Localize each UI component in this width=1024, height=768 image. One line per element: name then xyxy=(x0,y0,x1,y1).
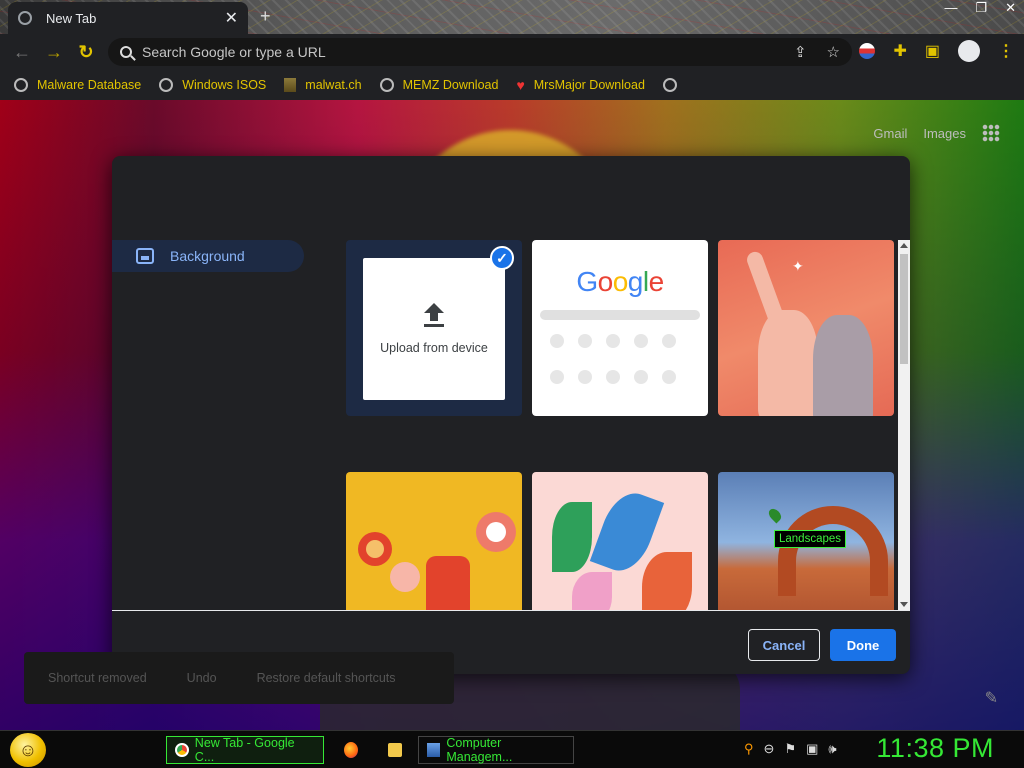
globe-icon xyxy=(14,78,28,92)
firefox-icon xyxy=(344,742,358,758)
omnibox[interactable]: Search Google or type a URL ⇪ ☆ xyxy=(108,38,852,66)
gmail-link[interactable]: Gmail xyxy=(873,126,907,141)
globe-icon xyxy=(18,11,32,25)
upload-tile[interactable]: Upload from device ✓ xyxy=(346,240,522,416)
magnifier-icon[interactable]: ⚲ xyxy=(744,741,754,757)
undo-link[interactable]: Undo xyxy=(187,671,217,685)
globe-icon xyxy=(662,78,677,92)
system-tray: ⚲ ⊖ ⚑ ▣ 🕪 xyxy=(744,741,837,757)
bookmark-memz-download[interactable]: MEMZ Download xyxy=(379,78,499,92)
pencil-icon[interactable]: ✎ xyxy=(985,688,998,708)
bookmark-malware-database[interactable]: Malware Database xyxy=(14,78,141,92)
nav-item-background[interactable]: Background xyxy=(112,240,304,272)
scroll-up-icon[interactable] xyxy=(900,243,908,248)
globe-icon xyxy=(159,78,174,92)
menu-kebab-icon[interactable]: ⋮ xyxy=(998,41,1014,61)
reload-button[interactable]: ↻ xyxy=(70,42,102,63)
side-panel-icon[interactable]: ▣ xyxy=(925,41,940,61)
forward-button[interactable]: → xyxy=(38,42,70,63)
window-controls: — ❐ ✕ xyxy=(944,0,1016,16)
tray-app-icon[interactable]: ⊖ xyxy=(764,741,775,757)
profile-avatar[interactable] xyxy=(958,40,980,62)
globe-icon xyxy=(379,78,394,92)
bookmark-label: MrsMajor Download xyxy=(533,78,645,92)
search-icon xyxy=(120,46,132,58)
apps-grid-icon[interactable] xyxy=(982,124,1000,142)
restore-button[interactable]: ❐ xyxy=(975,0,987,16)
bookmark-label: Windows ISOS xyxy=(182,78,267,92)
landscapes-tooltip: Landscapes xyxy=(774,530,847,548)
minimize-button[interactable]: — xyxy=(944,0,957,16)
check-icon: ✓ xyxy=(490,246,514,270)
tab-title: New Tab xyxy=(46,10,97,26)
shortcut-toast: Shortcut removed Undo Restore default sh… xyxy=(24,652,454,704)
taskbar-item-chrome[interactable]: New Tab - Google C... xyxy=(166,736,324,764)
computer-management-icon xyxy=(427,743,441,757)
upload-label: Upload from device xyxy=(380,341,488,355)
art-collection-tile[interactable]: ✦ xyxy=(718,240,894,416)
bookmark-label: MEMZ Download xyxy=(402,78,499,92)
start-button[interactable]: ☺ xyxy=(10,733,46,767)
taskbar-clock[interactable]: 11:38 PM xyxy=(876,733,994,764)
taskbar-item-computer-management[interactable]: Computer Managem... xyxy=(418,736,574,764)
tower-icon xyxy=(284,78,297,92)
folder-icon xyxy=(388,743,402,757)
toast-message: Shortcut removed xyxy=(48,671,147,685)
taskbar-label: New Tab - Google C... xyxy=(194,736,295,764)
bookmark-mrsmajor-download[interactable]: ♥ MrsMajor Download xyxy=(516,78,644,92)
close-tab-icon[interactable]: ✕ xyxy=(225,8,238,28)
close-window-button[interactable]: ✕ xyxy=(1005,0,1016,16)
taskbar: ☺ New Tab - Google C... Computer Managem… xyxy=(0,730,1024,768)
bookmark-label: Malware Database xyxy=(37,78,142,92)
flowers-collection-tile[interactable] xyxy=(346,472,522,610)
extensions-puzzle-icon[interactable]: ✚ xyxy=(893,41,906,61)
heart-icon: ♥ xyxy=(516,77,525,93)
landscapes-collection-tile[interactable]: Landscapes xyxy=(718,472,894,610)
tab-strip: New Tab ✕ + — ❐ ✕ xyxy=(0,0,1024,34)
volume-icon[interactable]: 🕪 xyxy=(828,741,836,757)
nav-item-label: Background xyxy=(170,248,245,264)
screen: New Tab ✕ + — ❐ ✕ ← → ↻ Search Google or… xyxy=(0,0,1024,768)
back-button[interactable]: ← xyxy=(6,42,38,63)
bookmark-malwatch[interactable]: malwat.ch xyxy=(284,78,362,92)
cancel-button[interactable]: Cancel xyxy=(748,629,820,661)
background-icon xyxy=(136,248,154,264)
taskbar-item-explorer[interactable] xyxy=(380,736,410,764)
bookmarks-bar: Malware Database Windows ISOS malwat.ch … xyxy=(0,70,1024,100)
tab-new-tab[interactable]: New Tab ✕ xyxy=(8,2,248,34)
share-icon[interactable]: ⇪ xyxy=(794,43,807,61)
done-button[interactable]: Done xyxy=(830,629,896,661)
map-pin-icon xyxy=(766,506,784,524)
taskbar-label: Computer Managem... xyxy=(446,736,513,764)
bookmark-label: malwat.ch xyxy=(305,78,362,92)
chrome-icon xyxy=(175,743,189,757)
omnibox-placeholder: Search Google or type a URL xyxy=(142,44,326,60)
default-theme-tile[interactable]: Google xyxy=(532,240,708,416)
dialog-scrollbar[interactable] xyxy=(898,240,910,610)
toolbar: ← → ↻ Search Google or type a URL ⇪ ☆ ✚ … xyxy=(0,34,1024,70)
new-tab-button[interactable]: + xyxy=(260,6,271,27)
scroll-down-icon[interactable] xyxy=(900,602,908,607)
flag-extension-icon[interactable] xyxy=(859,43,876,59)
bookmark-star-icon[interactable]: ☆ xyxy=(827,43,840,61)
flag-tray-icon[interactable]: ⚑ xyxy=(784,741,796,757)
taskbar-item-firefox[interactable] xyxy=(336,736,366,764)
images-link[interactable]: Images xyxy=(923,126,966,141)
plants-collection-tile[interactable] xyxy=(532,472,708,610)
network-icon[interactable]: ▣ xyxy=(806,741,818,757)
restore-shortcuts-link[interactable]: Restore default shortcuts xyxy=(257,671,396,685)
bookmark-extra[interactable] xyxy=(662,78,686,92)
upload-icon xyxy=(424,303,444,327)
google-logo: Google xyxy=(576,266,664,297)
scrollbar-thumb[interactable] xyxy=(900,254,908,364)
background-grid: Upload from device ✓ Google ✦ Landscapes xyxy=(346,240,894,610)
bookmark-windows-isos[interactable]: Windows ISOS xyxy=(159,78,266,92)
customize-dialog: Background Upload from device ✓ Google ✦ xyxy=(112,156,910,674)
